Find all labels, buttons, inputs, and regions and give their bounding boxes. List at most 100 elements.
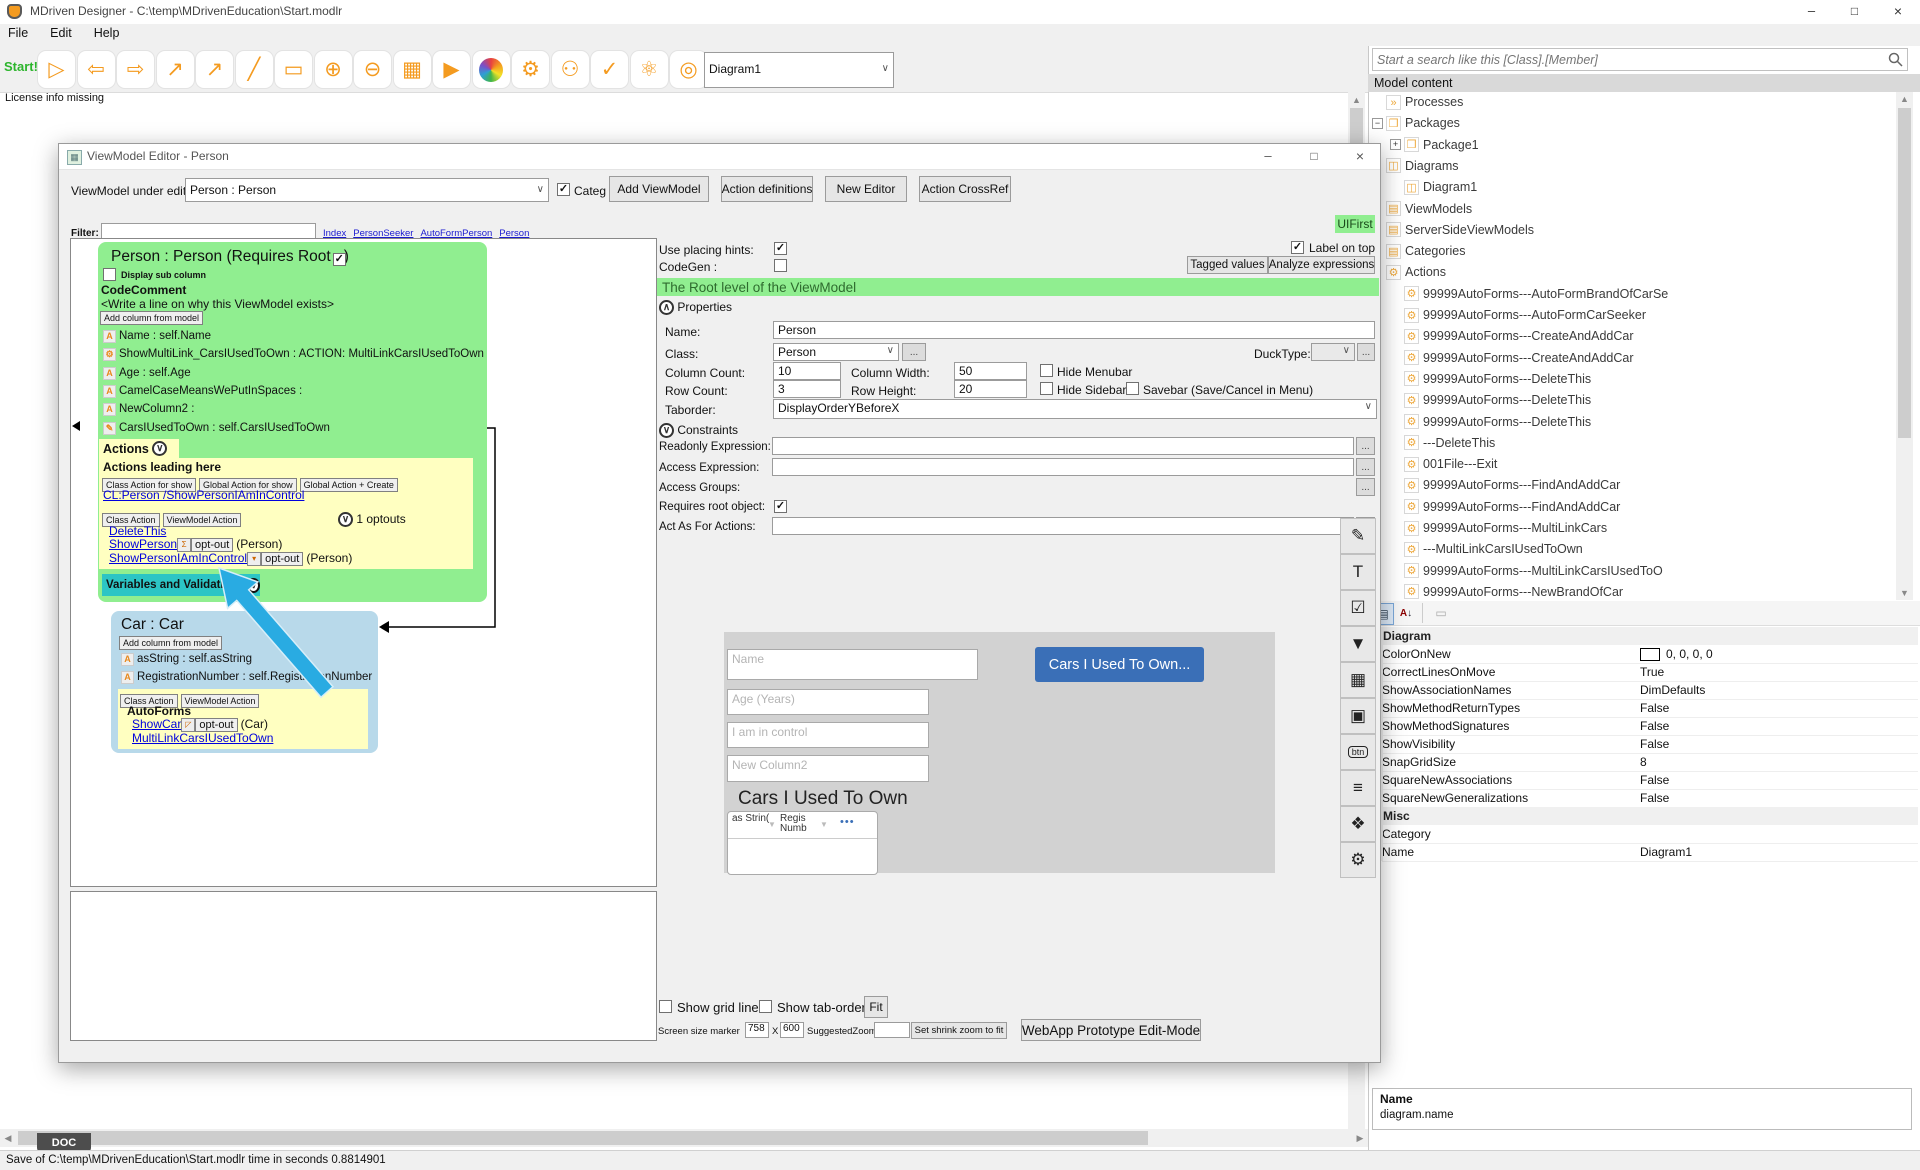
column-count-input[interactable]: 10 (773, 362, 841, 380)
tree-item[interactable]: ⚙99999AutoForms---MultiLinkCars (1390, 518, 1607, 538)
viewmodel-column-row[interactable]: ACamelCaseMeansWePutInSpaces : (103, 385, 302, 398)
property-row[interactable]: NameDiagram1 (1382, 843, 1918, 862)
tree-item[interactable]: ⚙---DeleteThis (1390, 433, 1495, 453)
tree-expander-icon[interactable]: − (1372, 118, 1383, 129)
property-row[interactable]: ShowVisibilityFalse (1382, 735, 1918, 754)
global-action-create-button[interactable]: Global Action + Create (300, 478, 398, 492)
tree-item[interactable]: ⚙99999AutoForms---CreateAndAddCar (1390, 348, 1634, 368)
cars-owned-button[interactable]: Cars I Used To Own... (1035, 647, 1204, 682)
variables-validations-bar[interactable]: Variables and Validations ∨ (102, 574, 260, 596)
access-expression-ellipsis-button[interactable]: ... (1356, 458, 1375, 476)
vm-toolbar-button[interactable]: btn (1340, 734, 1376, 770)
tree-expander-icon[interactable]: + (1390, 139, 1401, 150)
viewmodel-column-row[interactable]: ✎CarsIUsedToOwn : self.CarsIUsedToOwn (103, 422, 330, 435)
toolbar-button[interactable]: ▶ (432, 50, 471, 89)
toolbar-button[interactable]: ⚛ (630, 50, 669, 89)
tree-item[interactable]: ⚙99999AutoForms---AutoFormCarSeeker (1390, 305, 1646, 325)
property-row[interactable]: SquareNewAssociationsFalse (1382, 771, 1918, 790)
analyze-expressions-button[interactable]: Analyze expressions (1268, 256, 1375, 274)
optouts-chevron-icon[interactable]: ∨ (338, 512, 353, 527)
show-person-control-link[interactable]: ShowPersonIAmInControl (109, 551, 247, 565)
new-editor-button[interactable]: New Editor (825, 176, 907, 202)
row-height-input[interactable]: 20 (954, 380, 1027, 398)
opt-out-button[interactable]: opt-out (191, 538, 233, 552)
search-input[interactable] (1372, 48, 1908, 71)
tree-item[interactable]: ⚙99999AutoForms---FindAndAddCar (1390, 475, 1620, 495)
tree-item[interactable]: ▤Categories (1372, 241, 1465, 261)
tree-item[interactable]: ▤ServerSideViewModels (1372, 220, 1534, 240)
toolbar-button[interactable]: ⚙ (511, 50, 550, 89)
tree-scrollbar[interactable]: ▲ ▼ (1896, 92, 1913, 600)
hide-sidebar-checkbox[interactable] (1040, 382, 1053, 395)
dialog-close-button[interactable]: × (1343, 146, 1377, 168)
tree-item[interactable]: ⚙99999AutoForms---DeleteThis (1390, 390, 1591, 410)
vm-toolbar-button[interactable]: ⚙ (1340, 842, 1376, 878)
column-width-input[interactable]: 50 (954, 362, 1027, 380)
toolbar-button[interactable]: ⇦ (77, 50, 116, 89)
tagged-values-button[interactable]: Tagged values (1187, 256, 1268, 274)
filter-funnel-icon[interactable]: ▼ (820, 820, 828, 829)
tree-item[interactable]: ◫Diagrams (1372, 156, 1459, 176)
vm-under-edit-combo[interactable]: Person : Person (185, 178, 549, 202)
tree-item[interactable]: ⚙99999AutoForms---FindAndAddCar (1390, 497, 1620, 517)
add-column-button[interactable]: Add column from model (100, 311, 203, 325)
toolbar-button[interactable]: ⊖ (353, 50, 392, 89)
preview-field-i-am-in-control[interactable]: I am in control (727, 722, 929, 748)
constraints-collapse-icon[interactable]: ∨ (659, 423, 674, 438)
code-comment-text[interactable]: <Write a line on why this ViewModel exis… (101, 297, 334, 311)
dialog-minimize-button[interactable]: – (1251, 146, 1285, 168)
property-row[interactable]: SnapGridSize8 (1382, 753, 1918, 772)
use-placing-hints-checkbox[interactable] (774, 242, 787, 255)
class-combo[interactable]: Person (773, 343, 899, 361)
access-expression-input[interactable] (772, 458, 1354, 476)
vm-toolbar-button[interactable]: ▼ (1340, 626, 1376, 662)
filter-funnel-icon[interactable]: ▼ (768, 820, 776, 829)
multilink-cars-link[interactable]: MultiLinkCarsIUsedToOwn (132, 731, 273, 745)
viewmodel-column-row[interactable]: ⚙ShowMultiLink_CarsIUsedToOwn : ACTION: … (103, 348, 484, 361)
vm-toolbar-button[interactable]: ✎ (1340, 518, 1376, 554)
viewmodel-column-row[interactable]: ARegistrationNumber : self.RegistrationN… (121, 671, 372, 684)
toolbar-button[interactable]: ╱ (235, 50, 274, 89)
show-grid-lines-checkbox[interactable] (659, 1000, 672, 1013)
viewmodel-column-row[interactable]: AName : self.Name (103, 330, 211, 343)
search-icon[interactable] (1888, 52, 1903, 67)
show-car-link[interactable]: ShowCar (132, 717, 181, 731)
vm-toolbar-button[interactable]: T (1340, 554, 1376, 590)
actions-collapse-icon[interactable]: ∨ (152, 441, 167, 456)
requires-root-checkbox[interactable] (333, 253, 346, 266)
toolbar-button[interactable]: ↗ (156, 50, 195, 89)
vm-toolbar-button[interactable]: ▣ (1340, 698, 1376, 734)
diagram-selector[interactable]: Diagram1 (704, 52, 894, 88)
properties-collapse-icon[interactable]: ∧ (659, 300, 674, 315)
tree-item[interactable]: +❒Package1 (1390, 135, 1479, 155)
ducktype-combo[interactable] (1311, 343, 1355, 361)
tree-item[interactable]: ⚙99999AutoForms---CreateAndAddCar (1390, 326, 1634, 346)
property-row[interactable]: Category (1382, 825, 1918, 844)
start-label[interactable]: Start! (4, 59, 38, 74)
taborder-combo[interactable]: DisplayOrderYBeforeX (773, 399, 1377, 419)
tree-item[interactable]: −❒Packages (1372, 113, 1460, 133)
viewmodel-column-row[interactable]: ANewColumn2 : (103, 403, 194, 416)
viewmodel-column-row[interactable]: AAge : self.Age (103, 367, 191, 380)
action-definitions-button[interactable]: Action definitions (721, 176, 813, 202)
maximize-button[interactable]: □ (1833, 0, 1876, 24)
act-as-input[interactable] (772, 517, 1354, 535)
label-on-top-checkbox[interactable] (1291, 241, 1304, 254)
grid-more-button[interactable]: ••• (840, 816, 855, 828)
codegen-checkbox[interactable] (774, 259, 787, 272)
property-pages-button[interactable]: ▭ (1430, 603, 1452, 623)
sort-az-button[interactable]: A↓ (1395, 603, 1417, 623)
grid-col-regnumber[interactable]: Regis Numb (780, 814, 822, 834)
show-tab-order-checkbox[interactable] (759, 1000, 772, 1013)
optouts-expander[interactable]: ∨ 1 optouts (338, 512, 406, 527)
vm-toolbar-button[interactable]: ≡ (1340, 770, 1376, 806)
suggested-zoom-input[interactable] (874, 1022, 910, 1038)
toolbar-button[interactable]: ⇨ (116, 50, 155, 89)
readonly-ellipsis-button[interactable]: ... (1356, 437, 1375, 455)
toolbar-button[interactable]: ⚇ (551, 50, 590, 89)
menu-item-edit[interactable]: Edit (50, 26, 72, 44)
toolbar-button[interactable]: ▦ (393, 50, 432, 89)
properties-section-header[interactable]: ∧ Properties (659, 300, 732, 315)
tree-item[interactable]: ◫Diagram1 (1390, 177, 1477, 197)
toolbar-button[interactable]: ▷ (37, 50, 76, 89)
